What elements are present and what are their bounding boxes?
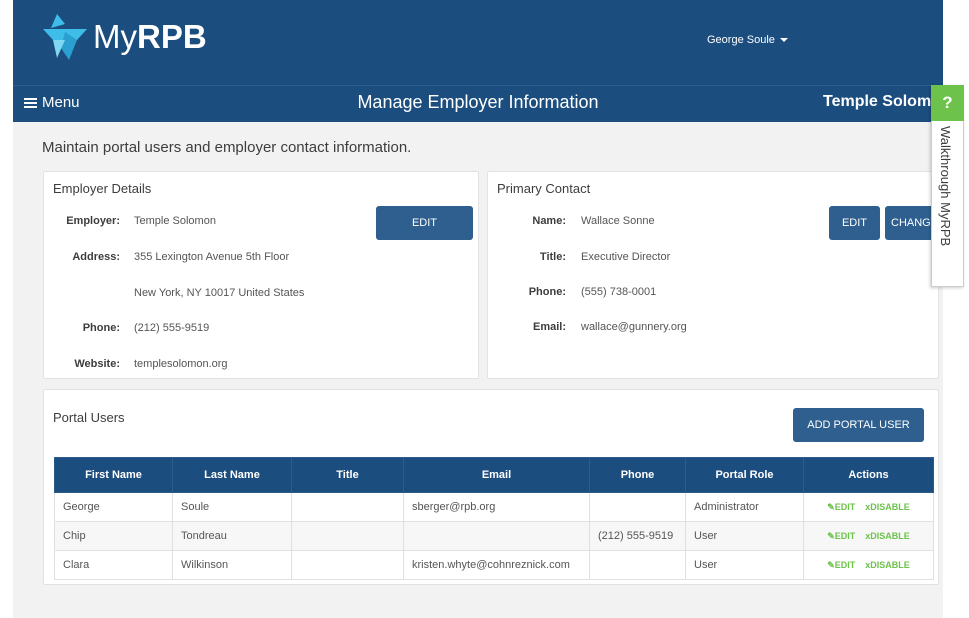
cell-actions: ✎EDIT xDISABLE xyxy=(803,492,934,522)
panel-title: Employer Details xyxy=(53,181,152,196)
main-content: Maintain portal users and employer conta… xyxy=(13,122,943,618)
column-header[interactable]: Last Name xyxy=(172,457,292,493)
cell-email: sberger@rpb.org xyxy=(403,492,590,522)
cell-title xyxy=(291,492,404,522)
disable-user-link[interactable]: xDISABLE xyxy=(865,502,910,513)
disable-link-label: DISABLE xyxy=(870,559,910,570)
cell-last-name: Wilkinson xyxy=(172,550,292,580)
cell-first-name: Clara xyxy=(54,550,173,580)
contact-phone-label: Phone: xyxy=(528,286,566,298)
title-value: Executive Director xyxy=(581,251,671,263)
add-portal-user-button[interactable]: ADD PORTAL USER xyxy=(793,408,924,442)
employer-label: Employer: xyxy=(66,215,120,227)
cell-title xyxy=(291,521,404,551)
employer-details-panel: Employer Details EDIT Employer: Temple S… xyxy=(43,171,479,379)
disable-user-link[interactable]: xDISABLE xyxy=(865,560,910,571)
column-header[interactable]: Phone xyxy=(589,457,686,493)
edit-link-label: EDIT xyxy=(834,530,856,541)
title-label: Title: xyxy=(539,251,566,263)
organization-name: Temple Solomon xyxy=(823,93,931,110)
panel-title: Portal Users xyxy=(53,410,125,425)
primary-contact-panel: Primary Contact EDIT CHANGE Name: Wallac… xyxy=(487,171,939,379)
column-header[interactable]: Title xyxy=(291,457,404,493)
column-header: Actions xyxy=(803,457,934,493)
website-label: Website: xyxy=(74,358,120,370)
column-header[interactable]: Portal Role xyxy=(685,457,804,493)
email-value: wallace@gunnery.org xyxy=(581,321,687,333)
logo-text-rpb: RPB xyxy=(137,18,207,55)
edit-user-link[interactable]: ✎EDIT xyxy=(827,560,855,571)
portal-users-panel: Portal Users ADD PORTAL USER First Name … xyxy=(43,389,939,585)
rpb-star-logo-icon xyxy=(43,14,87,60)
cell-actions: ✎EDIT xDISABLE xyxy=(803,521,934,551)
intro-text: Maintain portal users and employer conta… xyxy=(42,139,412,156)
panel-title: Primary Contact xyxy=(497,181,591,196)
nav-bar: Menu Manage Employer Information Temple … xyxy=(13,85,943,122)
cell-portal-role: User xyxy=(685,521,804,551)
walkthrough-label: Walkthrough MyRPB xyxy=(938,126,953,247)
address-line2: New York, NY 10017 United States xyxy=(134,287,305,299)
cell-title xyxy=(291,550,404,580)
cell-portal-role: Administrator xyxy=(685,492,804,522)
app-window: MyRPB George Soule Menu Manage Employer … xyxy=(0,0,969,618)
walkthrough-help-tab[interactable]: ? Walkthrough MyRPB xyxy=(931,85,964,287)
pencil-icon: ✎ xyxy=(827,559,835,570)
caret-down-icon xyxy=(779,38,788,42)
website-value: templesolomon.org xyxy=(134,358,228,370)
phone-value: (212) 555-9519 xyxy=(134,322,210,334)
top-header: MyRPB George Soule xyxy=(13,0,943,85)
table-row: George Soule sberger@rpb.org Administrat… xyxy=(54,492,934,522)
address-line1: 355 Lexington Avenue 5th Floor xyxy=(134,251,290,263)
name-label: Name: xyxy=(532,215,566,227)
cell-first-name: Chip xyxy=(54,521,173,551)
portal-users-table: First Name Last Name Title Email Phone P… xyxy=(54,457,934,580)
pencil-icon: ✎ xyxy=(827,501,835,512)
user-menu-dropdown[interactable]: George Soule xyxy=(707,34,788,46)
cell-email xyxy=(403,521,590,551)
name-value: Wallace Sonne xyxy=(581,215,655,227)
column-header[interactable]: Email xyxy=(403,457,590,493)
edit-link-label: EDIT xyxy=(834,559,856,570)
logo-text-my: My xyxy=(93,18,137,55)
disable-link-label: DISABLE xyxy=(870,501,910,512)
disable-link-label: DISABLE xyxy=(870,530,910,541)
cell-actions: ✎EDIT xDISABLE xyxy=(803,550,934,580)
edit-user-link[interactable]: ✎EDIT xyxy=(827,531,855,542)
pencil-icon: ✎ xyxy=(827,530,835,541)
contact-phone-value: (555) 738-0001 xyxy=(581,286,657,298)
cell-first-name: George xyxy=(54,492,173,522)
cell-last-name: Tondreau xyxy=(172,521,292,551)
table-row: Clara Wilkinson kristen.whyte@cohnreznic… xyxy=(54,550,934,580)
cell-email: kristen.whyte@cohnreznick.com xyxy=(403,550,590,580)
cell-phone xyxy=(589,550,686,580)
address-label: Address: xyxy=(72,251,120,263)
phone-label: Phone: xyxy=(82,322,120,334)
user-name: George Soule xyxy=(707,34,775,46)
page-title: Manage Employer Information xyxy=(357,92,599,112)
contact-edit-button[interactable]: EDIT xyxy=(829,206,880,240)
edit-link-label: EDIT xyxy=(834,501,856,512)
cell-portal-role: User xyxy=(685,550,804,580)
table-header-row: First Name Last Name Title Email Phone P… xyxy=(54,457,934,493)
cell-phone xyxy=(589,492,686,522)
cell-last-name: Soule xyxy=(172,492,292,522)
column-header[interactable]: First Name xyxy=(54,457,173,493)
cell-phone: (212) 555-9519 xyxy=(589,521,686,551)
email-label: Email: xyxy=(532,321,566,333)
disable-user-link[interactable]: xDISABLE xyxy=(865,531,910,542)
employer-value: Temple Solomon xyxy=(134,215,216,227)
table-row: Chip Tondreau (212) 555-9519 User ✎EDIT … xyxy=(54,521,934,551)
question-mark-icon: ? xyxy=(931,85,964,121)
myrpb-logo[interactable]: MyRPB xyxy=(43,14,207,60)
logo-text: MyRPB xyxy=(93,18,207,56)
edit-user-link[interactable]: ✎EDIT xyxy=(827,502,855,513)
employer-edit-button[interactable]: EDIT xyxy=(376,206,473,240)
